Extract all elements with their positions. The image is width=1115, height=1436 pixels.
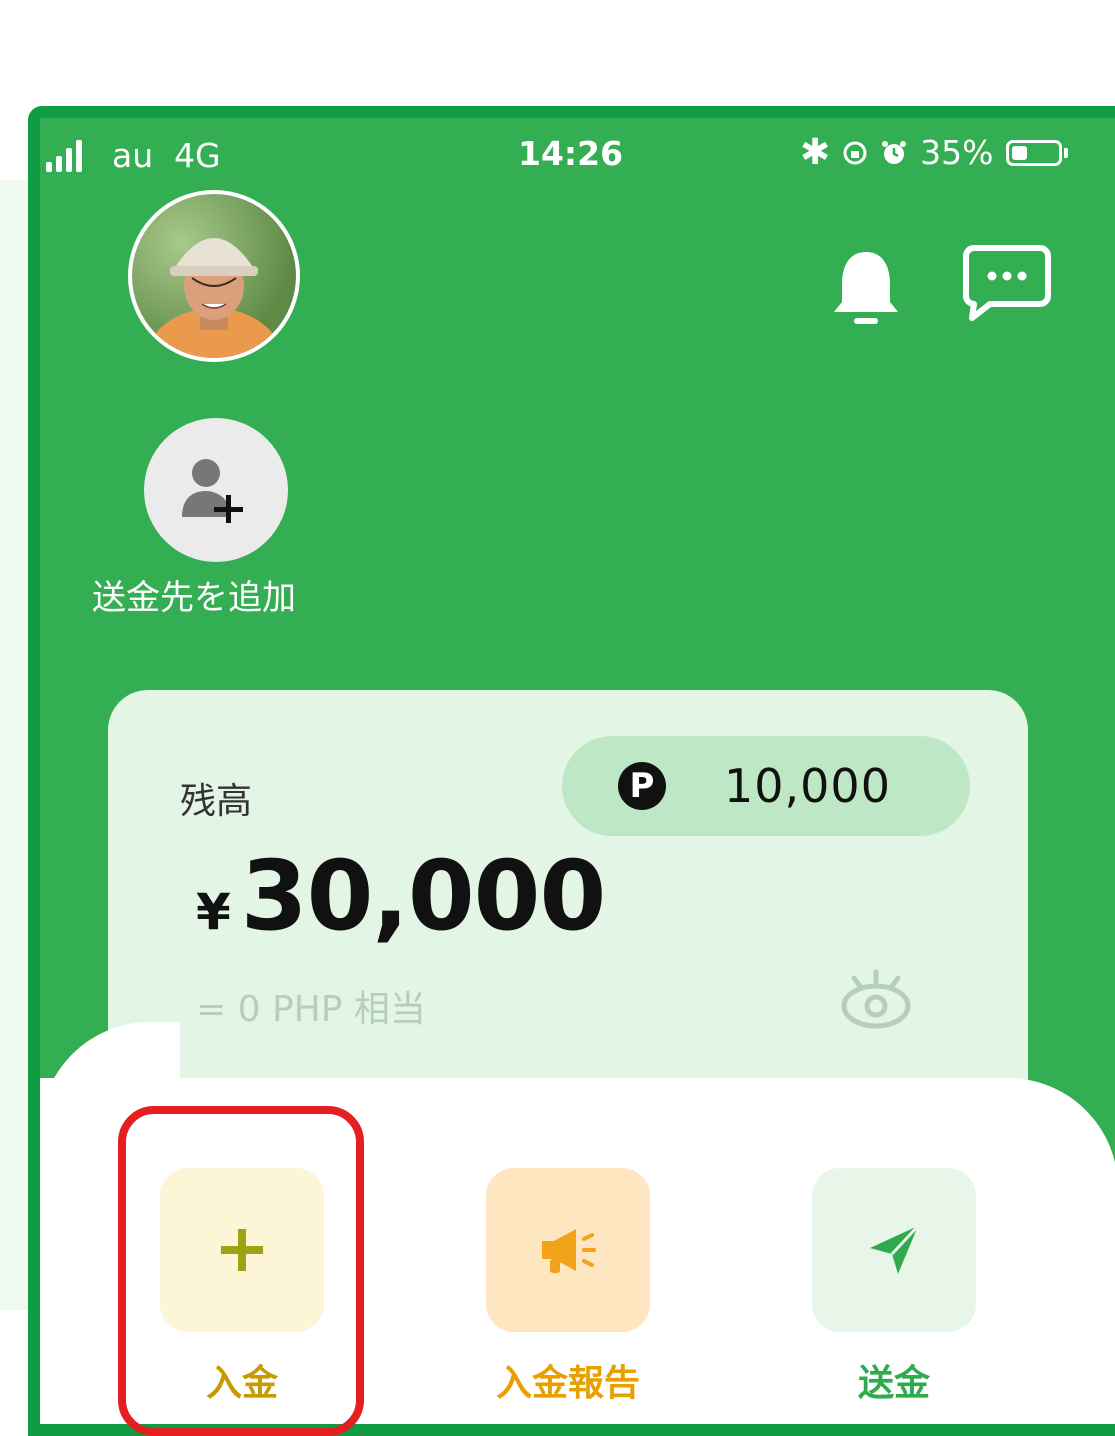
battery-icon <box>1005 139 1062 166</box>
status-bar: au 4G 14:26 ✱ 35% <box>40 118 1115 198</box>
carrier-name: au <box>112 136 154 175</box>
send-money-action[interactable]: 送金 <box>812 1168 976 1406</box>
user-avatar[interactable] <box>128 190 300 362</box>
network-type: 4G <box>174 136 221 175</box>
send-money-button[interactable] <box>812 1168 976 1332</box>
status-indicators: ✱ 35% <box>800 132 1068 173</box>
currency-symbol: ¥ <box>196 883 231 941</box>
battery-percent: 35% <box>920 133 994 172</box>
points-icon: P <box>618 762 666 810</box>
add-recipient-button[interactable] <box>144 418 288 562</box>
send-money-label: 送金 <box>857 1363 930 1404</box>
status-time: 14:26 <box>518 134 624 173</box>
battery-tip <box>1063 147 1068 158</box>
alarm-icon <box>882 140 907 164</box>
bluetooth-icon: ✱ <box>800 132 831 173</box>
highlight-annotation <box>118 1106 364 1436</box>
points-value: 10,000 <box>724 759 891 813</box>
send-icon <box>870 1224 920 1274</box>
balance-label: 残高 <box>180 781 253 822</box>
signal-strength-icon <box>46 140 82 172</box>
php-equivalent: = 0 PHP 相当 <box>196 989 426 1030</box>
orientation-lock-icon <box>843 141 867 164</box>
points-pill[interactable]: P 10,000 <box>562 736 970 836</box>
eye-icon[interactable] <box>836 968 916 1036</box>
add-recipient-label[interactable]: 送金先を追加 <box>92 570 352 619</box>
megaphone-icon <box>542 1229 596 1273</box>
notification-bell-icon[interactable] <box>830 246 902 336</box>
add-person-icon <box>182 459 243 523</box>
deposit-report-button[interactable] <box>486 1168 650 1332</box>
avatar-photo <box>144 238 284 358</box>
deposit-report-label: 入金報告 <box>495 1363 640 1404</box>
balance-amount: ¥ 30,000 <box>196 840 606 952</box>
battery-level <box>1011 145 1027 160</box>
chat-message-icon[interactable] <box>960 242 1054 328</box>
balance-value: 30,000 <box>240 840 606 952</box>
deposit-report-action[interactable]: 入金報告 <box>486 1168 650 1406</box>
